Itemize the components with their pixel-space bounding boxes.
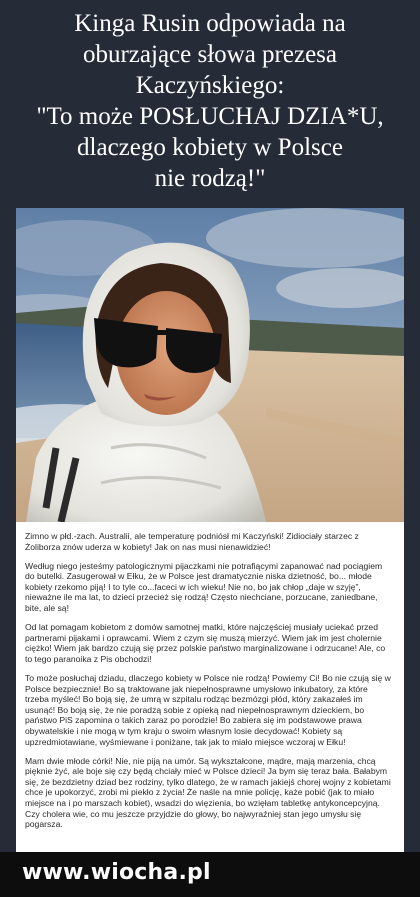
post-paragraph: To może posłuchaj dziadu, dlaczego kobie… [25, 673, 391, 747]
headline-line: Kinga Rusin odpowiada na [74, 10, 346, 37]
beach-selfie-photo [16, 208, 404, 522]
post-paragraph: Mam dwie młode córki! Nie, nie piją na u… [25, 755, 391, 830]
post-paragraph: Zimno w płd.-zach. Australii, ale temper… [25, 531, 359, 552]
headline-line: dlaczego kobiety w Polsce [77, 134, 343, 161]
post-paragraph: Według niego jesteśmy patologicznymi pij… [25, 560, 383, 614]
headline-line: nie rodzą!" [154, 165, 266, 192]
post-paragraph: Od lat pomagam kobietom z domów samotnej… [25, 622, 386, 664]
headline-line: "To może POSŁUCHAJ DZIA*U, [36, 103, 384, 130]
selfie-illustration [16, 208, 404, 522]
post-text: Zimno w płd.-zach. Australii, ale temper… [16, 522, 404, 852]
footer-bar: www.wiocha.pl [0, 852, 420, 897]
headline: Kinga Rusin odpowiada na oburzające słow… [0, 8, 420, 194]
headline-line: oburzające słowa prezesa [82, 41, 338, 68]
headline-line: Kaczyńskiego: [135, 72, 285, 99]
site-watermark: www.wiocha.pl [22, 860, 211, 885]
